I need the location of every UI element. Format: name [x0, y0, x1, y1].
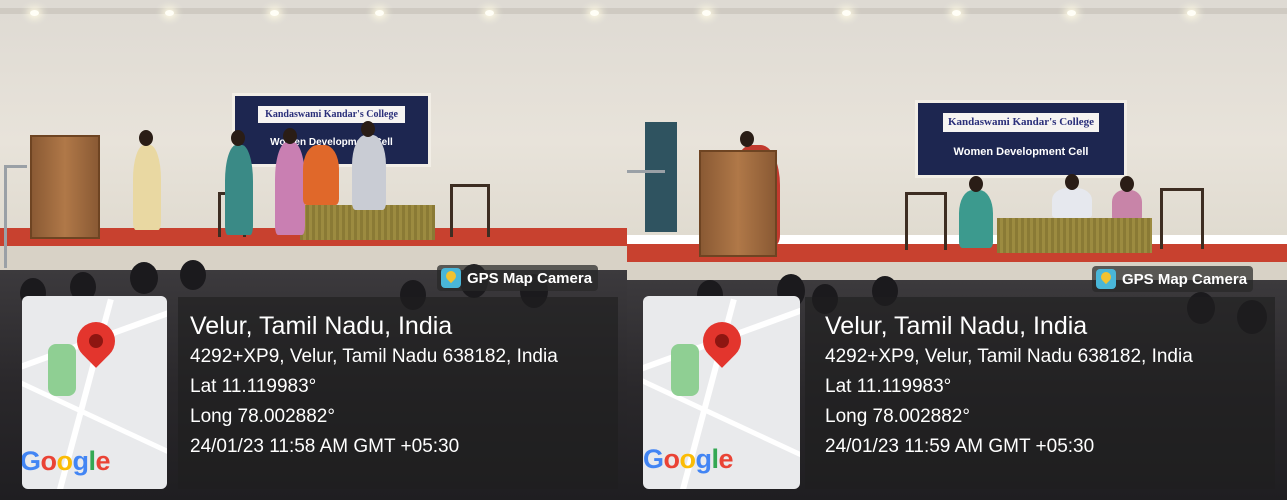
address: 4292+XP9, Velur, Tamil Nadu 638182, Indi…: [825, 346, 1193, 367]
place-name: Velur, Tamil Nadu, India: [190, 312, 453, 340]
longitude: Long 78.002882°: [825, 406, 970, 427]
ceiling-light: [1067, 10, 1076, 16]
gps-camera-label: GPS Map Camera: [1122, 270, 1248, 288]
person-head: [1065, 174, 1079, 190]
chair: [905, 192, 947, 250]
gps-camera-label: GPS Map Camera: [467, 269, 593, 287]
ceiling-light: [842, 10, 851, 16]
gps-map-camera-icon: [1096, 269, 1116, 289]
person: [133, 145, 161, 230]
banner-title: Kandaswami Kandar's College: [265, 108, 398, 120]
latitude: Lat 11.119983°: [190, 376, 317, 397]
map-park: [48, 344, 76, 396]
table: [997, 218, 1152, 253]
railing: [627, 170, 665, 283]
photo-left: Kandaswami Kandar's College Women Develo…: [0, 0, 627, 500]
banner-title-box: Kandaswami Kandar's College: [942, 113, 1100, 132]
person: [352, 135, 386, 210]
person: [959, 190, 993, 248]
person-head: [740, 131, 754, 147]
ceiling-light: [485, 10, 494, 16]
datetime: 24/01/23 11:58 AM GMT +05:30: [190, 436, 460, 457]
ceiling-light: [590, 10, 599, 16]
location-pin-icon: [695, 314, 749, 368]
person-head: [139, 130, 153, 146]
banner-subtitle: Women Development Cell: [953, 146, 1089, 159]
map-thumbnail: Google: [22, 296, 167, 489]
gps-info-text: Velur, Tamil Nadu, India 4292+XP9, Velur…: [825, 310, 1193, 462]
person-head: [969, 176, 983, 192]
latitude: Lat 11.119983°: [825, 376, 952, 397]
audience-head: [180, 260, 206, 290]
college-banner: Kandaswami Kandar's College Women Develo…: [915, 100, 1127, 178]
ceiling-light: [702, 10, 711, 16]
ceiling-light: [952, 10, 961, 16]
ceiling-light: [30, 10, 39, 16]
google-logo: Google: [643, 444, 734, 474]
gps-camera-tag: GPS Map Camera: [1092, 266, 1254, 292]
table: [300, 205, 435, 240]
person-head: [361, 121, 375, 137]
ceiling-light: [165, 10, 174, 16]
podium: [30, 135, 100, 239]
podium: [699, 150, 777, 257]
chair: [450, 184, 490, 237]
banner-title: Kandaswami Kandar's College: [947, 116, 1095, 129]
datetime: 24/01/23 11:59 AM GMT +05:30: [825, 436, 1095, 457]
gps-map-camera-icon: [441, 268, 461, 288]
location-pin-icon: [69, 314, 123, 368]
photo-right: Kandaswami Kandar's College Women Develo…: [627, 0, 1287, 500]
map-park: [671, 344, 699, 396]
person: [225, 145, 253, 235]
audience-head: [130, 262, 158, 294]
person: [1052, 188, 1092, 218]
place-name: Velur, Tamil Nadu, India: [825, 312, 1088, 340]
google-logo: Google: [22, 446, 111, 476]
banner-title-box: Kandaswami Kandar's College: [258, 105, 405, 124]
map-thumbnail: Google: [643, 296, 800, 489]
person: [303, 145, 339, 205]
address: 4292+XP9, Velur, Tamil Nadu 638182, Indi…: [190, 346, 558, 367]
ceiling-light: [1187, 10, 1196, 16]
chair: [1160, 188, 1204, 249]
person-head: [283, 128, 297, 144]
ceiling-light: [270, 10, 279, 16]
railing: [4, 165, 27, 268]
person-head: [1120, 176, 1134, 192]
gps-info-text: Velur, Tamil Nadu, India 4292+XP9, Velur…: [190, 310, 558, 462]
longitude: Long 78.002882°: [190, 406, 335, 427]
ceiling: [0, 8, 627, 14]
person: [1112, 190, 1142, 220]
banner-subtitle: Women Development Cell: [270, 136, 393, 148]
ceiling-light: [375, 10, 384, 16]
person: [275, 142, 305, 235]
person-head: [231, 130, 245, 146]
gps-camera-tag: GPS Map Camera: [437, 265, 599, 291]
